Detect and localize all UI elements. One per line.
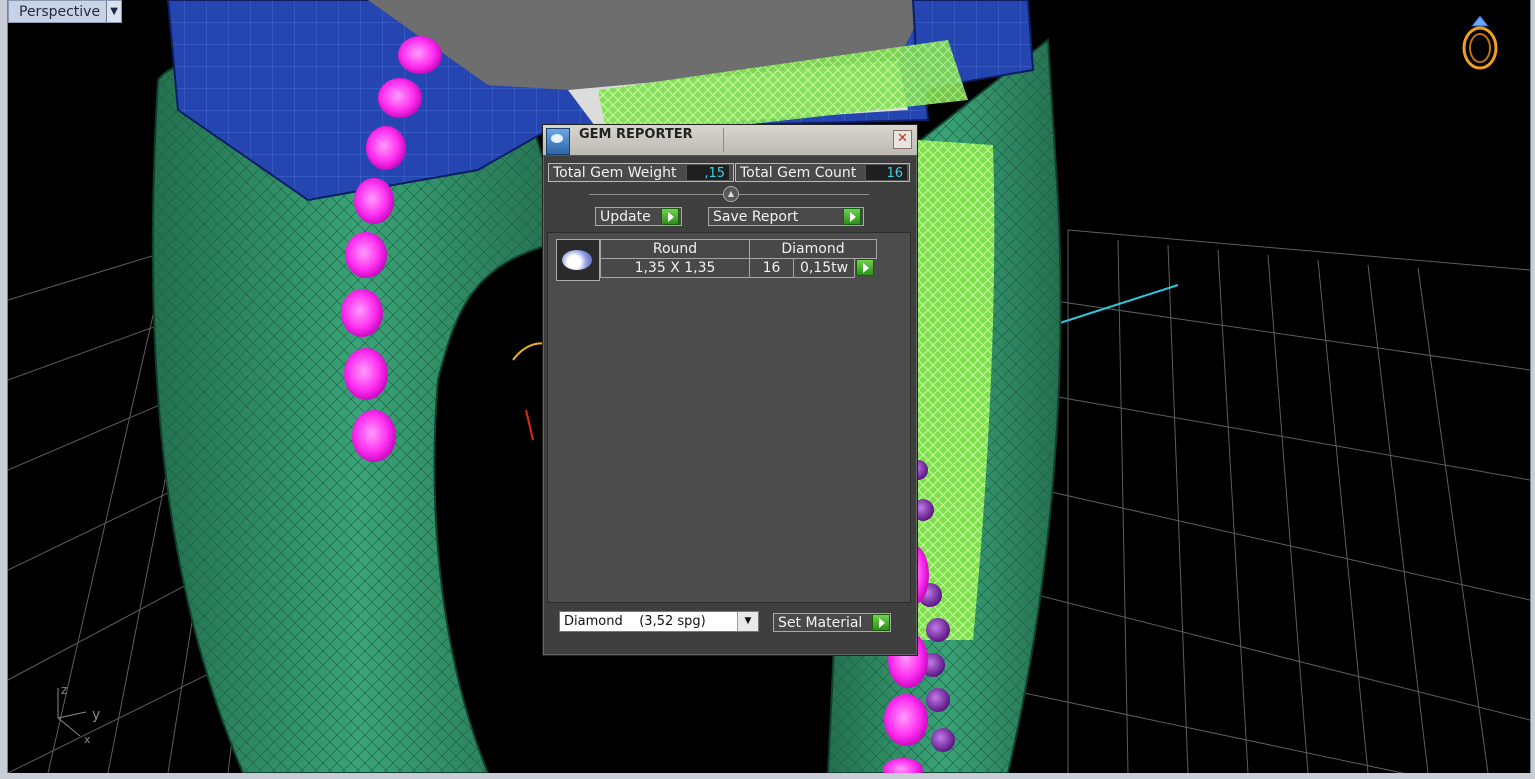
update-button-label[interactable]: Update xyxy=(600,209,651,225)
collapse-toggle-icon[interactable]: ▲ xyxy=(723,186,739,202)
gem-material-cell: Diamond xyxy=(749,239,877,259)
material-select[interactable]: Diamond (3,52 spg) ▼ xyxy=(559,611,759,632)
gem-reporter-title: GEM REPORTER xyxy=(579,127,693,142)
chevron-down-icon[interactable]: ▼ xyxy=(737,612,758,631)
gem-list[interactable]: Round Diamond 1,35 X 1,35 16 0,15tw xyxy=(547,232,911,603)
gem-reporter-titlebar[interactable]: GEM REPORTER ✕ xyxy=(543,125,917,156)
set-material-button-label[interactable]: Set Material xyxy=(778,615,862,631)
round-gem-icon xyxy=(556,239,600,281)
axis-label-z: z xyxy=(61,683,67,697)
gem-shape-cell: Round xyxy=(600,239,750,259)
ring-logo-icon[interactable] xyxy=(1462,15,1498,70)
gem-row[interactable]: Round Diamond 1,35 X 1,35 16 0,15tw xyxy=(556,239,878,281)
save-report-button[interactable]: Save Report xyxy=(708,207,864,226)
save-report-go-icon[interactable] xyxy=(843,208,861,225)
perspective-viewport[interactable]: z y x Perspective ▼ GEM REPORTER ✕ Total… xyxy=(7,0,1531,773)
material-select-value[interactable]: Diamond (3,52 spg) xyxy=(564,614,706,629)
viewport-tab-label[interactable]: Perspective xyxy=(9,4,106,20)
update-go-icon[interactable] xyxy=(661,208,679,225)
viewport-tab[interactable]: Perspective ▼ xyxy=(8,0,123,23)
total-gem-weight-value: ,15 xyxy=(686,164,730,181)
gem-size-cell: 1,35 X 1,35 xyxy=(600,258,750,278)
titlebar-separator xyxy=(723,128,724,152)
close-icon[interactable]: ✕ xyxy=(893,130,912,149)
total-gem-weight-label: Total Gem Weight xyxy=(553,165,677,181)
axis-label-x: x xyxy=(84,733,91,746)
axis-label-y: y xyxy=(92,707,100,723)
viewport-menu-arrow-icon[interactable]: ▼ xyxy=(106,1,122,22)
gem-weight-cell: 0,15tw xyxy=(793,258,855,278)
total-gem-count-value: 16 xyxy=(865,164,908,181)
gem-reporter-dialog[interactable]: GEM REPORTER ✕ Total Gem Weight ,15 Tota… xyxy=(542,124,918,656)
save-report-button-label[interactable]: Save Report xyxy=(713,209,798,225)
gem-reporter-app-icon xyxy=(546,128,570,155)
gem-row-go-icon[interactable] xyxy=(856,259,874,276)
total-gem-count-label: Total Gem Count xyxy=(740,165,857,181)
gem-count-cell: 16 xyxy=(749,258,794,278)
set-material-go-icon[interactable] xyxy=(872,614,890,631)
